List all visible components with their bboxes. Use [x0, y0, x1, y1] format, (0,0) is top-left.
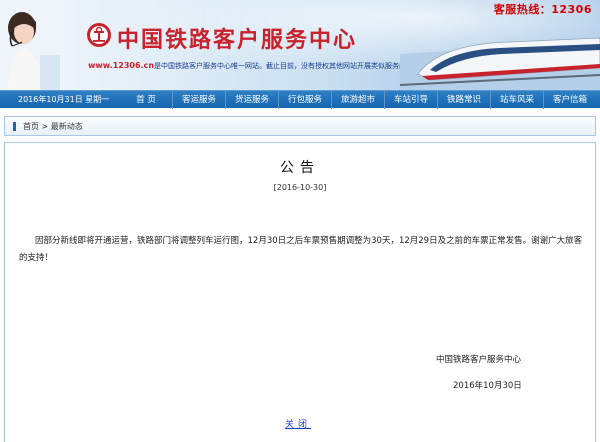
main-nav-bar: 2016年10月31日 星期一 首 页 客运服务 货运服务 行包服务 旅游超市 … [0, 90, 600, 109]
notice-body: 因部分新线即将开通运营，铁路部门将调整列车运行图，12月30日之后车票预售期调整… [19, 236, 583, 263]
notice-panel: 公告 [2016-10-30] 因部分新线即将开通运营，铁路部门将调整列车运行图… [4, 142, 596, 442]
nav-item-customer-mailbox[interactable]: 客户信箱 [543, 91, 596, 109]
nav-item-freight-service[interactable]: 货运服务 [225, 91, 278, 109]
nav-item-travel-market[interactable]: 旅游超市 [331, 91, 384, 109]
railway-logo-icon [87, 23, 111, 47]
breadcrumb: 首页 > 最新动态 [4, 116, 596, 136]
nav-menu: 首 页 客运服务 货运服务 行包服务 旅游超市 车站引导 铁路常识 站车风采 客… [120, 91, 596, 109]
notice-signature-org: 中国铁路客户服务中心 [436, 355, 522, 365]
nav-item-station-train-style[interactable]: 站车风采 [490, 91, 543, 109]
notice-date: [2016-10-30] [273, 183, 327, 192]
notice-title: 公告 [280, 160, 320, 176]
nav-item-station-guide[interactable]: 车站引导 [384, 91, 437, 109]
breadcrumb-path: 首页 > 最新动态 [23, 121, 83, 132]
site-url-link[interactable]: www.12306.cn [88, 61, 154, 70]
breadcrumb-separator: > [41, 122, 49, 131]
nav-item-parcel-service[interactable]: 行包服务 [278, 91, 331, 109]
customer-service-agent-image [0, 0, 60, 90]
high-speed-train-image [400, 37, 600, 90]
header-banner: 客服热线：12306 中国铁路客户服务中心 www.12306.cn是中国铁路客… [0, 0, 600, 90]
nav-item-home[interactable]: 首 页 [120, 91, 172, 109]
nav-date: 2016年10月31日 星期一 [18, 95, 110, 104]
close-link[interactable]: 关闭 [285, 417, 311, 430]
breadcrumb-current: 最新动态 [50, 122, 83, 131]
nav-item-railway-knowledge[interactable]: 铁路常识 [437, 91, 490, 109]
nav-item-passenger-service[interactable]: 客运服务 [172, 91, 225, 109]
breadcrumb-marker-icon [13, 122, 16, 131]
site-statement: www.12306.cn是中国铁路客户服务中心唯一网站。截止目前，没有授权其他网… [88, 61, 448, 71]
site-title: 中国铁路客户服务中心 [117, 27, 358, 53]
hotline-label: 客服热线：12306 [493, 3, 592, 16]
notice-signature-date: 2016年10月30日 [453, 381, 522, 391]
breadcrumb-home-link[interactable]: 首页 [23, 122, 39, 131]
